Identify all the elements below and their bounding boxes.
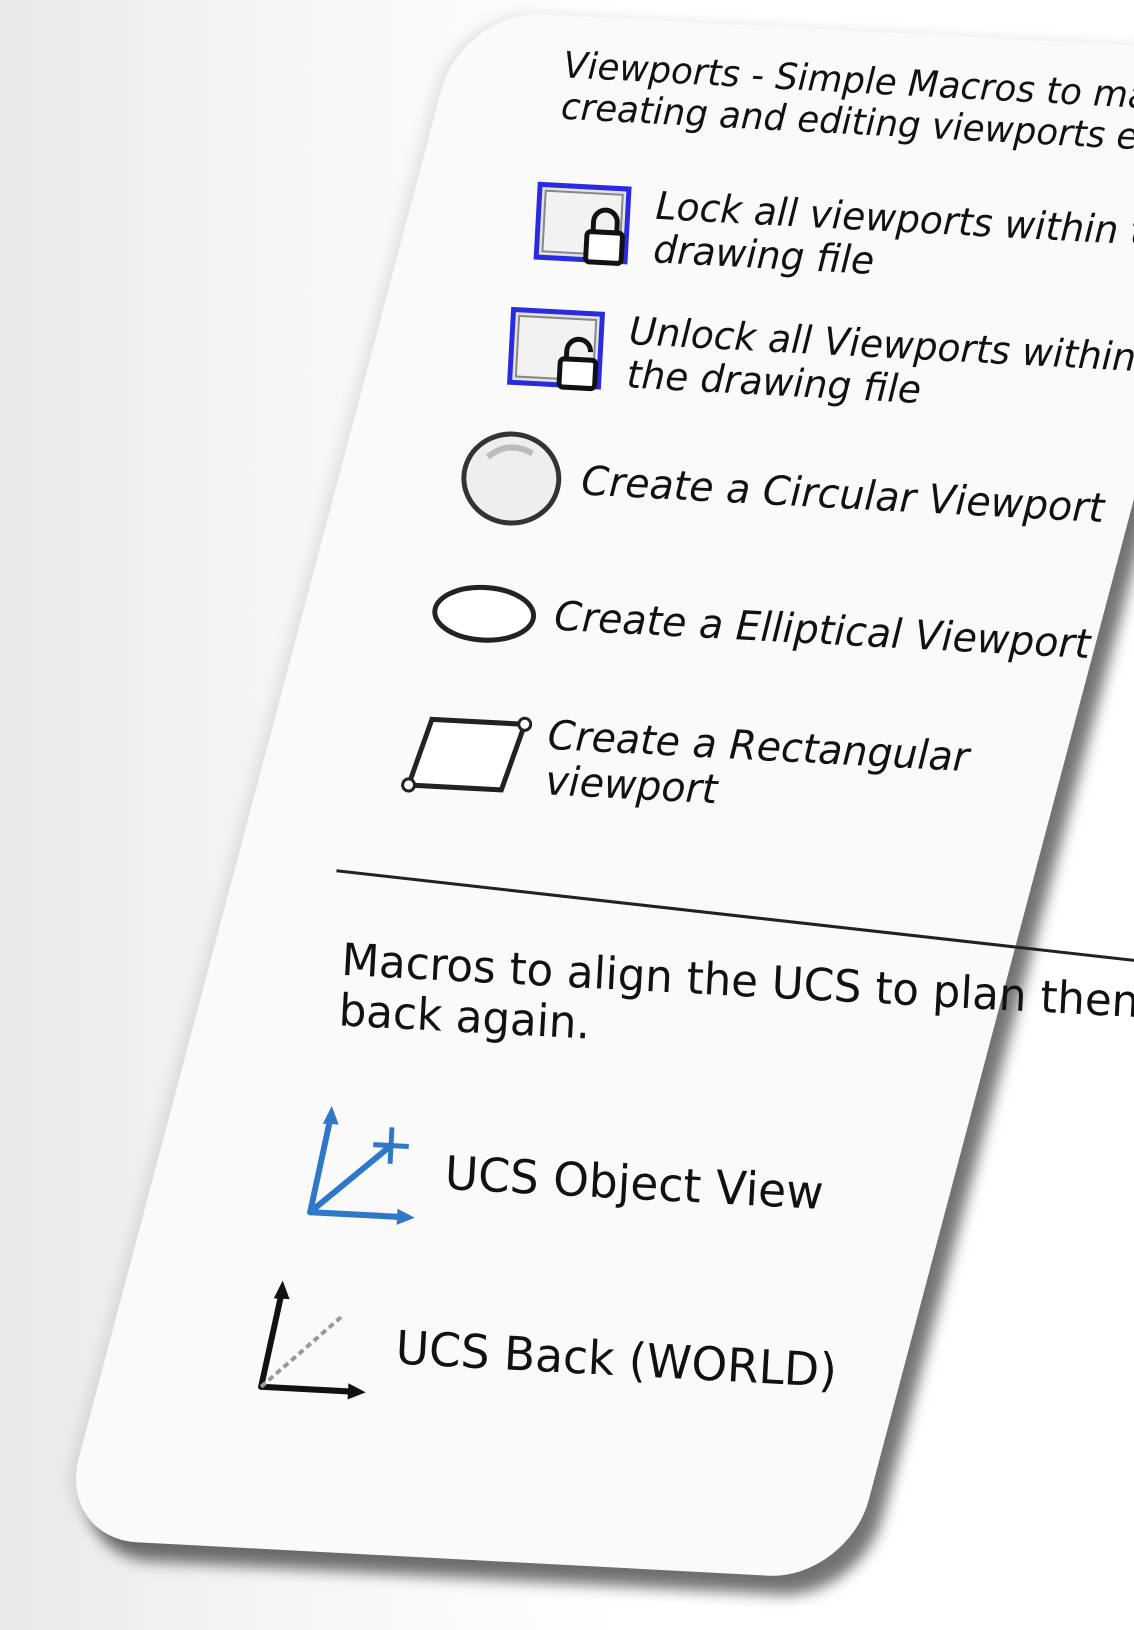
- rectangle-icon: [401, 716, 533, 793]
- ucs-world-icon: [258, 1280, 366, 1400]
- ucs-object-view-label: UCS Object View: [443, 1145, 825, 1221]
- circular-viewport-tool[interactable]: Create a Circular Viewport: [454, 425, 1134, 564]
- viewports-section-title: Viewports - Simple Macros to made creati…: [560, 44, 1134, 162]
- unlock-viewports-tool[interactable]: Unlock all Viewports within the drawing …: [501, 301, 1134, 429]
- circle-icon: [461, 431, 562, 526]
- ucs-object-icon: [307, 1105, 415, 1225]
- ucs-back-world-label: UCS Back (WORLD): [394, 1320, 839, 1398]
- viewport-unlock-icon: [506, 306, 606, 392]
- ellipse-icon: [432, 584, 537, 643]
- rectangular-viewport-tool[interactable]: Create a Rectangular viewport: [400, 706, 1134, 836]
- elliptical-viewport-label: Create a Elliptical Viewport: [553, 593, 1092, 669]
- elliptical-viewport-tool[interactable]: Create a Elliptical Viewport: [428, 576, 1134, 685]
- rectangular-viewport-label: Create a Rectangular viewport: [544, 712, 971, 814]
- ucs-back-world-tool[interactable]: UCS Back (WORLD): [238, 1275, 1015, 1447]
- unlock-viewports-label: Unlock all Viewports within the drawing …: [625, 308, 1134, 413]
- lock-viewports-tool[interactable]: Lock all viewports within the drawing fi…: [528, 176, 1134, 304]
- tool-palette: Viewports - Simple Macros to made creati…: [57, 10, 1134, 1580]
- circular-viewport-label: Create a Circular Viewport: [580, 458, 1106, 533]
- ucs-object-view-tool[interactable]: UCS Object View: [287, 1100, 1045, 1271]
- viewport-lock-icon: [533, 181, 632, 266]
- lock-viewports-label: Lock all viewports within the drawing fi…: [652, 183, 1134, 284]
- ucs-section-title: Macros to align the UCS to plan then bac…: [337, 934, 1134, 1050]
